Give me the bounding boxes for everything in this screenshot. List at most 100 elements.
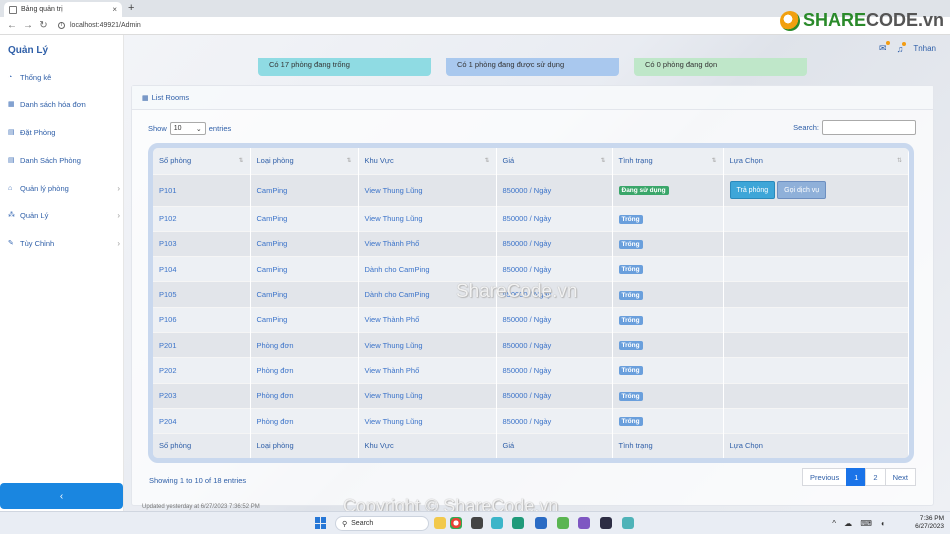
status-cell: Trống: [612, 205, 724, 232]
price-cell: 850000 / Ngày: [496, 382, 613, 409]
app-icon[interactable]: [622, 517, 634, 529]
visual-studio-icon[interactable]: [578, 517, 590, 529]
status-badge: Trống: [618, 290, 643, 300]
price-cell: 850000 / Ngày: [496, 173, 613, 206]
pagination-previous[interactable]: Previous: [802, 468, 848, 486]
dashboard-icon: ◔: [8, 73, 13, 81]
panel-header: ▦ List Rooms: [132, 86, 933, 110]
stat-text: Có 0 phòng đang dọn: [645, 60, 718, 69]
sidebar-item-statistics[interactable]: ◔ Thống kê: [8, 71, 120, 83]
sharecode-logo: SHARE CODE.vn: [779, 10, 944, 31]
sidebar-collapse-button[interactable]: ‹: [0, 483, 123, 509]
status-badge: Đang sử dụng: [618, 186, 669, 195]
sidebar-item-label: Thống kê: [20, 72, 52, 82]
chevron-right-icon: ›: [117, 238, 120, 248]
column-header-room[interactable]: Số phòng ⇅: [153, 148, 251, 174]
area-cell: View Thung Lũng: [358, 382, 497, 409]
tab-close-icon[interactable]: ×: [112, 5, 117, 14]
user-menu[interactable]: Tnhan: [913, 44, 936, 53]
windows-start-icon[interactable]: [315, 517, 327, 529]
bell-icon[interactable]: ♫: [897, 41, 907, 54]
logo-mark-icon: [779, 10, 800, 31]
chevron-right-icon: ›: [117, 183, 120, 193]
price-cell: 850000 / Ngày: [496, 256, 613, 282]
sitemap-icon: ⁂: [8, 212, 15, 219]
room-cell: P106: [153, 306, 251, 333]
store-icon[interactable]: [535, 517, 547, 529]
table-row: P202 Phòng đơn View Thành Phố 850000 / Ngày…: [153, 357, 909, 384]
area-cell: View Thung Lũng: [358, 205, 497, 232]
sidebar-item-invoices[interactable]: ▦ Danh sách hóa đơn: [8, 98, 120, 110]
topbar-actions: ✉ ♫ Tnhan: [879, 41, 936, 54]
app-icon[interactable]: [557, 517, 569, 529]
url-field[interactable]: i localhost:49921/Admin: [58, 22, 141, 29]
sidebar-item-room-list[interactable]: ▤ Danh Sách Phòng: [8, 154, 120, 166]
clock[interactable]: 7:36 PM 6/27/2023: [915, 515, 944, 531]
pagination: Previous 1 2 Next: [802, 468, 916, 486]
pagination-page-2[interactable]: 2: [865, 468, 886, 486]
actions-cell: [723, 331, 909, 358]
new-tab-button[interactable]: +: [128, 2, 134, 14]
site-info-icon[interactable]: i: [58, 22, 65, 29]
price-cell: 850000 / Ngày: [496, 306, 613, 333]
footer-header-room: Số phòng: [153, 433, 251, 458]
actions-cell: [723, 407, 909, 434]
actions-cell: [723, 230, 909, 257]
sidebar-item-label: Đặt Phòng: [20, 127, 56, 137]
sidebar-item-management[interactable]: ⁂ Quản Lý ›: [8, 209, 120, 221]
sidebar-brand[interactable]: Quản Lý: [8, 45, 48, 56]
stat-card-in-use: Có 1 phòng đang được sử dụng: [446, 58, 619, 76]
column-header-price[interactable]: Giá ⇅: [496, 148, 613, 174]
chevron-down-icon: ⌄: [195, 125, 202, 133]
status-cell: Trống: [612, 256, 724, 282]
column-header-type[interactable]: Loại phòng ⇅: [250, 148, 359, 174]
page-size-control: Show 10 ⌄ entries: [148, 122, 231, 135]
file-explorer-icon[interactable]: [434, 517, 446, 529]
back-icon[interactable]: ←: [7, 20, 17, 31]
tab-title: Bảng quản trị: [21, 6, 63, 13]
windows-taskbar: ⚲ Search ^ ☁ ⌨ ◖ 7:36 PM 6/27/2023: [0, 511, 950, 534]
forward-icon[interactable]: →: [23, 20, 33, 31]
sidebar-item-settings[interactable]: ✎ Tùy Chỉnh ›: [8, 237, 120, 249]
app-icon[interactable]: [600, 517, 612, 529]
messages-icon[interactable]: ✉: [879, 41, 890, 54]
actions-cell: [723, 357, 909, 384]
system-tray-icons[interactable]: ^ ☁ ⌨ ◖: [832, 519, 888, 528]
edge-icon[interactable]: [512, 517, 524, 529]
wrench-icon: ✎: [8, 240, 14, 247]
status-cell: Trống: [612, 357, 724, 384]
status-badge: Trống: [618, 239, 643, 249]
sidebar-item-booking[interactable]: ▤ Đặt Phòng: [8, 126, 120, 138]
browser-tab[interactable]: Bảng quản trị ×: [4, 2, 122, 17]
notification-dot: [902, 41, 907, 46]
page-size-select[interactable]: 10 ⌄: [169, 122, 206, 135]
sidebar-item-room-management[interactable]: ⌂ Quản lý phòng ›: [8, 182, 120, 194]
pagination-next[interactable]: Next: [884, 468, 916, 486]
app-icon[interactable]: [471, 517, 483, 529]
sort-icon: ⇅: [600, 158, 606, 164]
sidebar-item-label: Quản lý phòng: [20, 183, 69, 193]
call-service-button[interactable]: Gọi dịch vụ: [777, 181, 827, 199]
search-input[interactable]: [822, 120, 916, 135]
area-cell: View Thung Lũng: [358, 331, 497, 358]
search-label: Search:: [793, 123, 819, 132]
status-badge: Trống: [618, 214, 643, 224]
app-icon[interactable]: [491, 517, 503, 529]
reload-icon[interactable]: ↻: [39, 20, 48, 31]
sidebar-item-label: Danh Sách Phòng: [20, 155, 81, 165]
type-cell: CamPing: [250, 205, 359, 232]
price-cell: 850000 / Ngày: [496, 357, 613, 384]
taskbar-search[interactable]: ⚲ Search: [335, 516, 429, 531]
status-cell: Trống: [612, 407, 724, 434]
entries-label: entries: [208, 124, 232, 133]
chrome-icon[interactable]: [450, 517, 462, 529]
column-header-actions[interactable]: Lựa Chọn ⇅: [723, 148, 909, 174]
return-room-button[interactable]: Trả phòng: [729, 181, 776, 199]
status-badge: Trống: [618, 391, 643, 401]
room-cell: P102: [153, 205, 251, 232]
pagination-page-1[interactable]: 1: [846, 468, 867, 486]
column-header-area[interactable]: Khu Vực ⇅: [358, 148, 497, 174]
area-cell: View Thành Phố: [358, 230, 497, 257]
price-cell: 850000 / Ngày: [496, 331, 613, 358]
column-header-status[interactable]: Tình trạng ⇅: [612, 148, 724, 174]
